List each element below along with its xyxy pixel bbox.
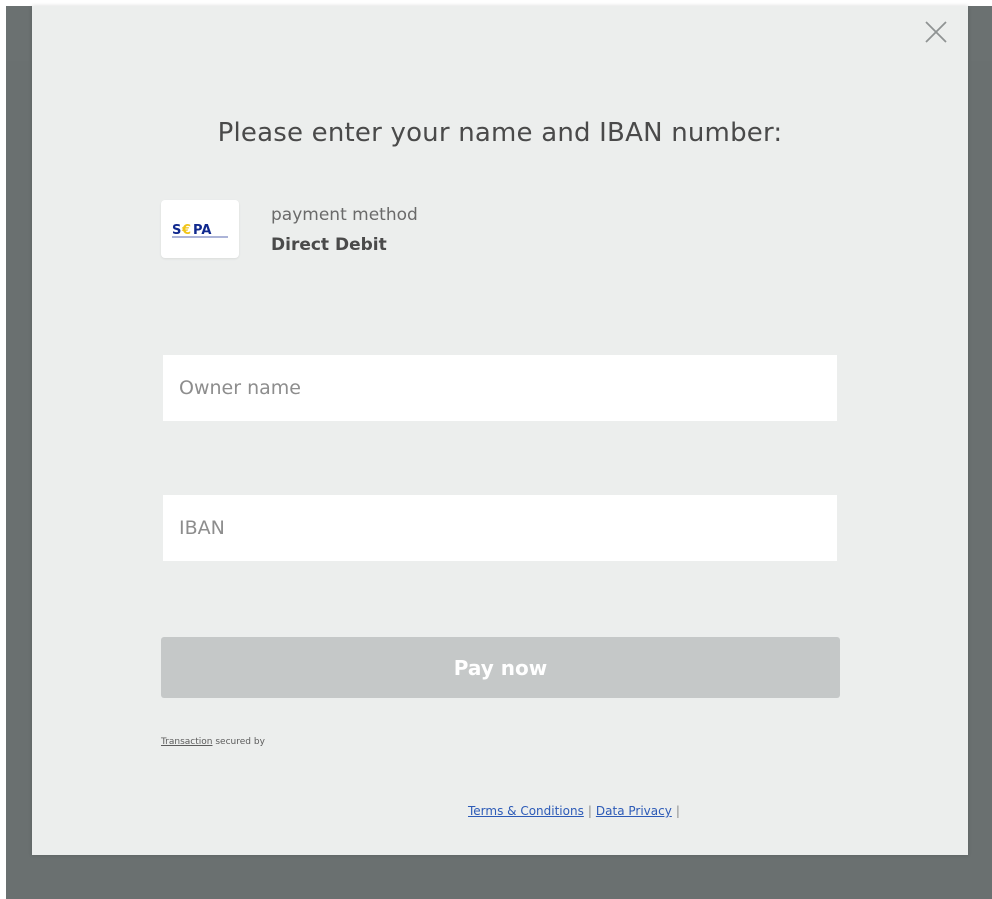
- svg-text:€: €: [181, 223, 191, 238]
- svg-text:PA: PA: [193, 223, 211, 238]
- iban-input[interactable]: [163, 495, 837, 561]
- owner-name-input[interactable]: [163, 355, 837, 421]
- sepa-logo: S € PA: [161, 200, 239, 258]
- close-icon: [925, 21, 947, 43]
- modal-title: Please enter your name and IBAN number:: [217, 118, 783, 148]
- secured-rest: secured by: [212, 737, 265, 747]
- privacy-link[interactable]: Data Privacy: [596, 804, 672, 818]
- close-button[interactable]: [922, 18, 950, 46]
- pay-now-button[interactable]: Pay now: [161, 637, 840, 698]
- footer-links: Terms & Conditions | Data Privacy |: [468, 804, 684, 818]
- modal-backdrop: Please enter your name and IBAN number: …: [6, 6, 992, 899]
- secured-word: Transaction: [161, 737, 213, 747]
- sepa-logo-icon: S € PA: [172, 223, 228, 238]
- terms-link[interactable]: Terms & Conditions: [468, 804, 584, 818]
- payment-method-caption: payment method: [271, 205, 418, 225]
- payment-method-name: Direct Debit: [271, 235, 387, 255]
- transaction-secured-note: Transaction secured by: [161, 737, 265, 747]
- footer-separator-trailing: |: [675, 804, 680, 818]
- footer-separator: |: [587, 804, 592, 818]
- payment-modal: Please enter your name and IBAN number: …: [32, 6, 968, 855]
- svg-text:S: S: [172, 223, 181, 238]
